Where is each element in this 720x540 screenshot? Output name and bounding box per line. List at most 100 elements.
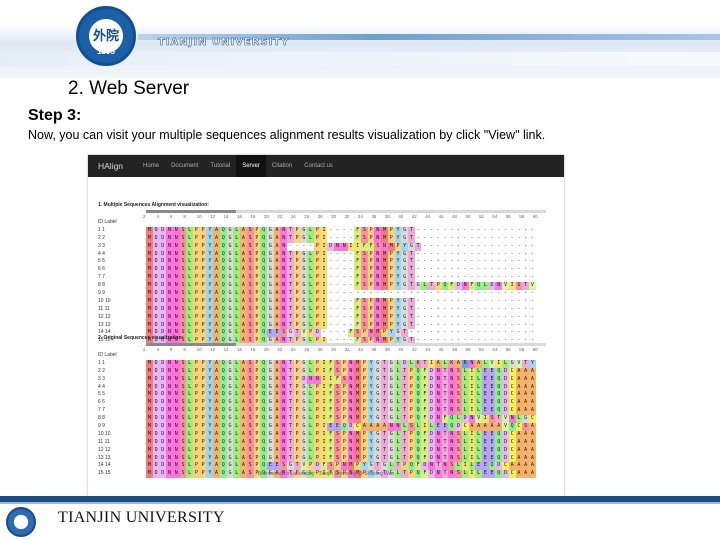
residue-cell: Q xyxy=(414,383,422,392)
residue-cell: T xyxy=(293,462,301,471)
msa-scrollbar[interactable] xyxy=(146,210,546,213)
residue-cell: G xyxy=(374,391,382,400)
residue-cell: A xyxy=(381,423,388,431)
residue-cell: N xyxy=(374,234,382,243)
gap-cell: - xyxy=(528,297,536,306)
gap-cell: - xyxy=(522,250,529,259)
nav-server[interactable]: Server xyxy=(236,155,266,177)
gap-cell: - xyxy=(434,266,442,275)
residue-cell: V xyxy=(528,282,536,291)
nav-citation[interactable]: Citation xyxy=(266,155,298,177)
residue-cell: N xyxy=(347,407,355,416)
original-scrollbar[interactable] xyxy=(146,343,546,346)
residue-cell: N xyxy=(172,305,180,314)
gap-cell: - xyxy=(495,258,503,267)
sequence-residues: MDDNNSLPPYAQGLASPQGANTPGLPI----FSPNMPYGT… xyxy=(146,274,536,283)
residue-cell: S xyxy=(179,274,187,283)
residue-cell: T xyxy=(287,383,294,392)
residue-cell: I xyxy=(320,234,328,243)
msa-scrollbar-thumb[interactable] xyxy=(146,210,236,213)
nav-document[interactable]: Document xyxy=(165,155,204,177)
residue-cell: P xyxy=(199,329,207,338)
residue-cell: L xyxy=(475,438,482,447)
residue-cell: L xyxy=(186,430,194,439)
residue-cell: L xyxy=(233,234,241,243)
residue-cell: G xyxy=(226,423,234,431)
original-scrollbar-thumb[interactable] xyxy=(146,343,236,346)
residue-cell: G xyxy=(226,391,234,400)
nav-contact[interactable]: Contact us xyxy=(298,155,339,177)
residue-cell: E xyxy=(488,375,496,384)
residue-cell: F xyxy=(421,415,429,424)
sequence-residues: MDDNNSLPPYAQGLASPQGANTPGLPIFSPNMPYGTGLTP… xyxy=(146,399,536,408)
residue-cell: Q xyxy=(219,313,227,322)
residue-cell: G xyxy=(266,446,274,455)
residue-cell: G xyxy=(374,375,382,384)
residue-cell: P xyxy=(193,462,200,471)
nav-tutorial[interactable]: Tutorial xyxy=(204,155,236,177)
residue-cell: G xyxy=(266,305,274,314)
residue-cell: L xyxy=(233,359,241,368)
residue-cell: Q xyxy=(260,234,267,243)
residue-cell: S xyxy=(334,454,341,463)
nav-home[interactable]: Home xyxy=(137,155,165,177)
residue-cell: M xyxy=(146,383,153,392)
residue-cell: D xyxy=(152,250,160,259)
gap-cell: - xyxy=(475,329,482,338)
residue-cell: N xyxy=(448,391,456,400)
residue-cell: A xyxy=(522,446,529,455)
app-brand[interactable]: HAlign xyxy=(88,161,137,171)
residue-cell: D xyxy=(428,367,435,376)
residue-cell: D xyxy=(159,258,167,267)
footer-author-link[interactable]: Shidong Wan xyxy=(364,471,394,477)
gap-cell: - xyxy=(434,226,442,235)
sequence-label: 3 3 xyxy=(98,375,105,382)
residue-cell: L xyxy=(394,407,402,416)
residue-cell: A xyxy=(522,462,529,471)
residue-cell: P xyxy=(253,258,261,267)
residue-cell: A xyxy=(528,407,536,416)
residue-cell: D xyxy=(152,383,160,392)
residue-cell: E xyxy=(481,454,489,463)
residue-cell: F xyxy=(421,438,429,447)
residue-cell: G xyxy=(387,407,395,416)
residue-cell: Q xyxy=(495,375,503,384)
residue-cell: Q xyxy=(414,407,422,416)
gap-cell: - xyxy=(475,305,482,314)
residue-cell: C xyxy=(461,423,469,431)
residue-cell: D xyxy=(159,242,167,251)
residue-cell: D xyxy=(428,430,435,439)
residue-cell: L xyxy=(186,383,194,392)
residue-cell: C xyxy=(515,423,523,431)
residue-cell: G xyxy=(300,234,308,243)
gap-cell: - xyxy=(448,297,456,306)
gap-cell: - xyxy=(347,258,355,267)
residue-cell: P xyxy=(253,367,261,376)
residue-cell: N xyxy=(347,359,355,368)
residue-cell: P xyxy=(313,290,321,298)
residue-cell: P xyxy=(313,383,321,392)
residue-cell: T xyxy=(287,305,294,314)
residue-cell: T xyxy=(441,399,449,408)
residue-cell: M xyxy=(354,446,361,455)
residue-cell: S xyxy=(361,305,368,314)
residue-cell: D xyxy=(159,282,167,291)
gap-cell: - xyxy=(340,313,348,322)
residue-cell: G xyxy=(300,415,308,424)
residue-cell: K xyxy=(448,359,456,368)
residue-cell: K xyxy=(414,359,422,368)
residue-cell: S xyxy=(179,359,187,368)
residue-cell: S xyxy=(334,438,341,447)
residue-cell: G xyxy=(300,423,308,431)
residue-cell: A xyxy=(213,242,220,251)
residue-cell: G xyxy=(266,250,274,259)
gap-cell: - xyxy=(367,290,375,298)
residue-cell: A xyxy=(515,399,523,408)
gap-cell: - xyxy=(522,313,529,322)
gap-cell: - xyxy=(528,290,536,298)
residue-cell: A xyxy=(481,423,489,431)
residue-cell: E xyxy=(488,407,496,416)
gap-cell: - xyxy=(502,290,509,298)
sequence-row: 3 3MDDNNSLPPYAQGLASPQGAN----PIDNNIIFFSNM… xyxy=(98,242,536,251)
residue-cell: A xyxy=(515,454,523,463)
